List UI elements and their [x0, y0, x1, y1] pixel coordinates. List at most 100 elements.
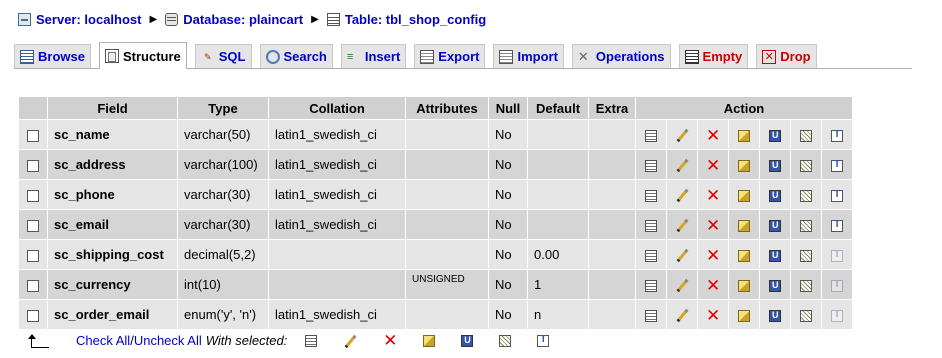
primary-key-icon[interactable] — [738, 309, 750, 322]
unique-icon[interactable] — [769, 249, 781, 262]
unique-icon[interactable] — [769, 279, 781, 292]
browse-icon[interactable] — [645, 129, 657, 142]
browse-icon[interactable] — [645, 219, 657, 232]
fulltext-icon[interactable] — [831, 279, 843, 292]
drop-icon[interactable]: ✕ — [706, 187, 720, 204]
tab-search[interactable]: Search — [259, 44, 333, 68]
edit-icon[interactable] — [675, 278, 689, 292]
tab-browse[interactable]: Browse — [14, 44, 91, 68]
cell-extra — [589, 270, 635, 299]
edit-icon[interactable] — [675, 308, 689, 322]
edit-icon[interactable] — [675, 218, 689, 232]
cell-extra — [589, 150, 635, 179]
check-all-link[interactable]: Check All — [76, 333, 130, 348]
cell-default: n — [528, 300, 588, 329]
index-icon[interactable] — [800, 219, 812, 232]
drop-icon[interactable]: ✕ — [706, 277, 720, 294]
cell-attributes — [406, 180, 488, 209]
tab-drop[interactable]: ✕ Drop — [756, 44, 817, 68]
row-checkbox[interactable] — [27, 189, 39, 202]
tab-insert[interactable]: ≡ Insert — [340, 44, 407, 68]
fulltext-icon[interactable] — [831, 159, 843, 172]
fulltext-icon[interactable] — [831, 189, 843, 202]
browse-icon[interactable] — [645, 309, 657, 322]
action-cell — [729, 180, 759, 209]
primary-key-icon[interactable] — [738, 279, 750, 292]
action-cell — [822, 150, 852, 179]
fulltext-icon[interactable] — [831, 129, 843, 142]
drop-icon[interactable]: ✕ — [706, 127, 720, 144]
tab-export[interactable]: Export — [414, 44, 486, 68]
index-icon[interactable] — [800, 309, 812, 322]
unique-selected-icon[interactable] — [461, 334, 474, 347]
unique-icon[interactable] — [769, 159, 781, 172]
browse-icon[interactable] — [645, 249, 657, 262]
primary-key-icon[interactable] — [738, 159, 750, 172]
drop-icon[interactable]: ✕ — [706, 247, 720, 264]
drop-selected-icon[interactable]: ✕ — [383, 332, 397, 349]
tab-sql[interactable]: ✎ SQL — [194, 44, 252, 68]
row-checkbox[interactable] — [27, 309, 39, 322]
row-checkbox-cell — [19, 180, 47, 209]
index-icon[interactable] — [800, 279, 812, 292]
index-icon[interactable] — [800, 189, 812, 202]
unique-icon[interactable] — [769, 309, 781, 322]
row-checkbox-cell — [19, 300, 47, 329]
row-checkbox[interactable] — [27, 249, 39, 262]
drop-icon[interactable]: ✕ — [706, 157, 720, 174]
breadcrumb-table[interactable]: Table: tbl_shop_config — [326, 12, 486, 27]
cell-type: varchar(50) — [178, 120, 268, 149]
row-checkbox[interactable] — [27, 279, 39, 292]
fulltext-selected-icon[interactable] — [537, 334, 550, 347]
browse-selected-icon[interactable] — [305, 334, 318, 347]
drop-icon[interactable]: ✕ — [706, 217, 720, 234]
drop-icon: ✕ — [762, 49, 777, 64]
index-icon[interactable] — [800, 129, 812, 142]
action-cell — [636, 150, 666, 179]
index-icon[interactable] — [800, 249, 812, 262]
primary-key-icon[interactable] — [738, 249, 750, 262]
cell-default — [528, 120, 588, 149]
tab-empty[interactable]: Empty — [678, 44, 749, 68]
action-cell — [636, 270, 666, 299]
fulltext-icon[interactable] — [831, 309, 843, 322]
action-cell — [822, 270, 852, 299]
edit-selected-icon[interactable] — [343, 334, 357, 348]
with-selected-actions: ✕ — [305, 332, 550, 349]
row-checkbox[interactable] — [27, 219, 39, 232]
browse-icon[interactable] — [645, 279, 657, 292]
breadcrumb-database[interactable]: Database: plaincart — [165, 12, 303, 27]
index-icon[interactable] — [800, 159, 812, 172]
primary-key-icon[interactable] — [738, 189, 750, 202]
action-cell — [667, 270, 697, 299]
primary-selected-icon[interactable] — [423, 334, 436, 347]
breadcrumb-server[interactable]: Server: localhost — [18, 12, 142, 27]
browse-icon[interactable] — [645, 159, 657, 172]
unique-icon[interactable] — [769, 189, 781, 202]
cell-default — [528, 210, 588, 239]
edit-icon[interactable] — [675, 158, 689, 172]
header-extra: Extra — [589, 97, 635, 119]
cell-attributes: UNSIGNED — [406, 270, 488, 299]
action-cell: ✕ — [698, 210, 728, 239]
edit-icon[interactable] — [675, 128, 689, 142]
unique-icon[interactable] — [769, 129, 781, 142]
tab-import[interactable]: Import — [493, 44, 564, 68]
export-icon — [420, 49, 435, 64]
row-checkbox[interactable] — [27, 129, 39, 142]
drop-icon[interactable]: ✕ — [706, 307, 720, 324]
row-checkbox[interactable] — [27, 159, 39, 172]
edit-icon[interactable] — [675, 248, 689, 262]
browse-icon[interactable] — [645, 189, 657, 202]
tab-operations[interactable]: ✕ Operations — [571, 44, 671, 68]
fulltext-icon[interactable] — [831, 249, 843, 262]
primary-key-icon[interactable] — [738, 129, 750, 142]
edit-icon[interactable] — [675, 188, 689, 202]
index-selected-icon[interactable] — [499, 334, 512, 347]
unique-icon[interactable] — [769, 219, 781, 232]
uncheck-all-link[interactable]: Uncheck All — [134, 333, 202, 348]
primary-key-icon[interactable] — [738, 219, 750, 232]
tab-structure[interactable]: Structure — [98, 42, 187, 69]
cell-field: sc_phone — [48, 180, 177, 209]
fulltext-icon[interactable] — [831, 219, 843, 232]
